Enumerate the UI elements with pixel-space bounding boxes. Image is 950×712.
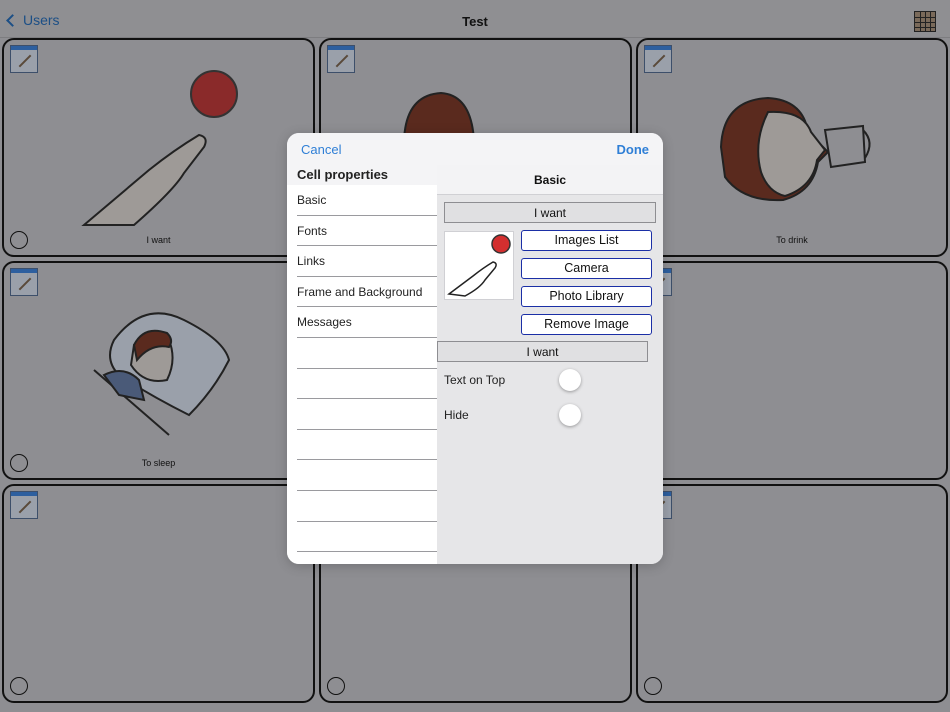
text-on-top-label: Text on Top: [444, 373, 506, 387]
edit-cell-icon[interactable]: [10, 45, 38, 73]
cell-text-field[interactable]: I want: [444, 202, 656, 223]
board-cell-6[interactable]: [636, 261, 948, 480]
nav-bar: Users Test: [0, 0, 950, 38]
menu-item-basic[interactable]: Basic: [297, 185, 437, 216]
images-list-button[interactable]: Images List: [521, 230, 652, 251]
menu-item-empty: [297, 491, 437, 522]
cell-label: I want: [146, 235, 171, 245]
grid-icon[interactable]: [914, 11, 936, 32]
menu-item-empty: [297, 460, 437, 491]
menu-item-empty: [297, 338, 437, 369]
label-text-field[interactable]: I want: [437, 341, 648, 362]
board-cell-1[interactable]: I want: [2, 38, 315, 257]
menu-item-frame-background[interactable]: Frame and Background: [297, 277, 437, 308]
select-circle[interactable]: [327, 677, 345, 695]
properties-menu: Cell properties Basic Fonts Links Frame …: [287, 165, 437, 564]
cell-properties-dialog: Cancel Done Cell properties Basic Fonts …: [287, 133, 663, 564]
done-button[interactable]: Done: [617, 142, 650, 157]
camera-button[interactable]: Camera: [521, 258, 652, 279]
board-cell-4[interactable]: To sleep: [2, 261, 315, 480]
edit-cell-icon[interactable]: [644, 45, 672, 73]
menu-item-empty: [297, 430, 437, 461]
menu-title: Cell properties: [297, 167, 389, 182]
person-drinking-illustration: [719, 96, 871, 202]
menu-item-empty: [297, 399, 437, 430]
board-cell-9[interactable]: [636, 484, 948, 703]
basic-settings-pane: Basic I want Images List Camera Photo Li…: [437, 165, 663, 564]
cell-image-thumbnail[interactable]: [444, 231, 514, 300]
hand-reaching-ball-illustration: [81, 70, 238, 235]
hand-reaching-ball-thumbnail: [447, 234, 511, 297]
hide-label: Hide: [444, 408, 469, 422]
menu-item-links[interactable]: Links: [297, 246, 437, 277]
cell-label: To sleep: [141, 458, 176, 468]
menu-item-fonts[interactable]: Fonts: [297, 216, 437, 247]
pane-title: Basic: [533, 173, 567, 187]
board-cell-7[interactable]: [2, 484, 315, 703]
select-circle[interactable]: [10, 677, 28, 695]
remove-image-button[interactable]: Remove Image: [521, 314, 652, 335]
menu-item-messages[interactable]: Messages: [297, 307, 437, 338]
page-title: Test: [462, 14, 488, 29]
photo-library-button[interactable]: Photo Library: [521, 286, 652, 307]
board-cell-3[interactable]: To drink: [636, 38, 948, 257]
pane-header: Basic: [437, 165, 663, 195]
menu-item-empty: [297, 369, 437, 400]
text-on-top-toggle[interactable]: [559, 369, 581, 391]
cell-label: To drink: [776, 235, 808, 245]
menu-item-empty: [297, 522, 437, 553]
cancel-button[interactable]: Cancel: [301, 142, 341, 157]
select-circle[interactable]: [644, 677, 662, 695]
dialog-header: Cancel Done: [287, 133, 663, 165]
edit-cell-icon[interactable]: [10, 491, 38, 519]
edit-cell-icon[interactable]: [10, 268, 38, 296]
hide-toggle[interactable]: [559, 404, 581, 426]
edit-cell-icon[interactable]: [327, 45, 355, 73]
person-sleeping-illustration: [93, 312, 231, 436]
